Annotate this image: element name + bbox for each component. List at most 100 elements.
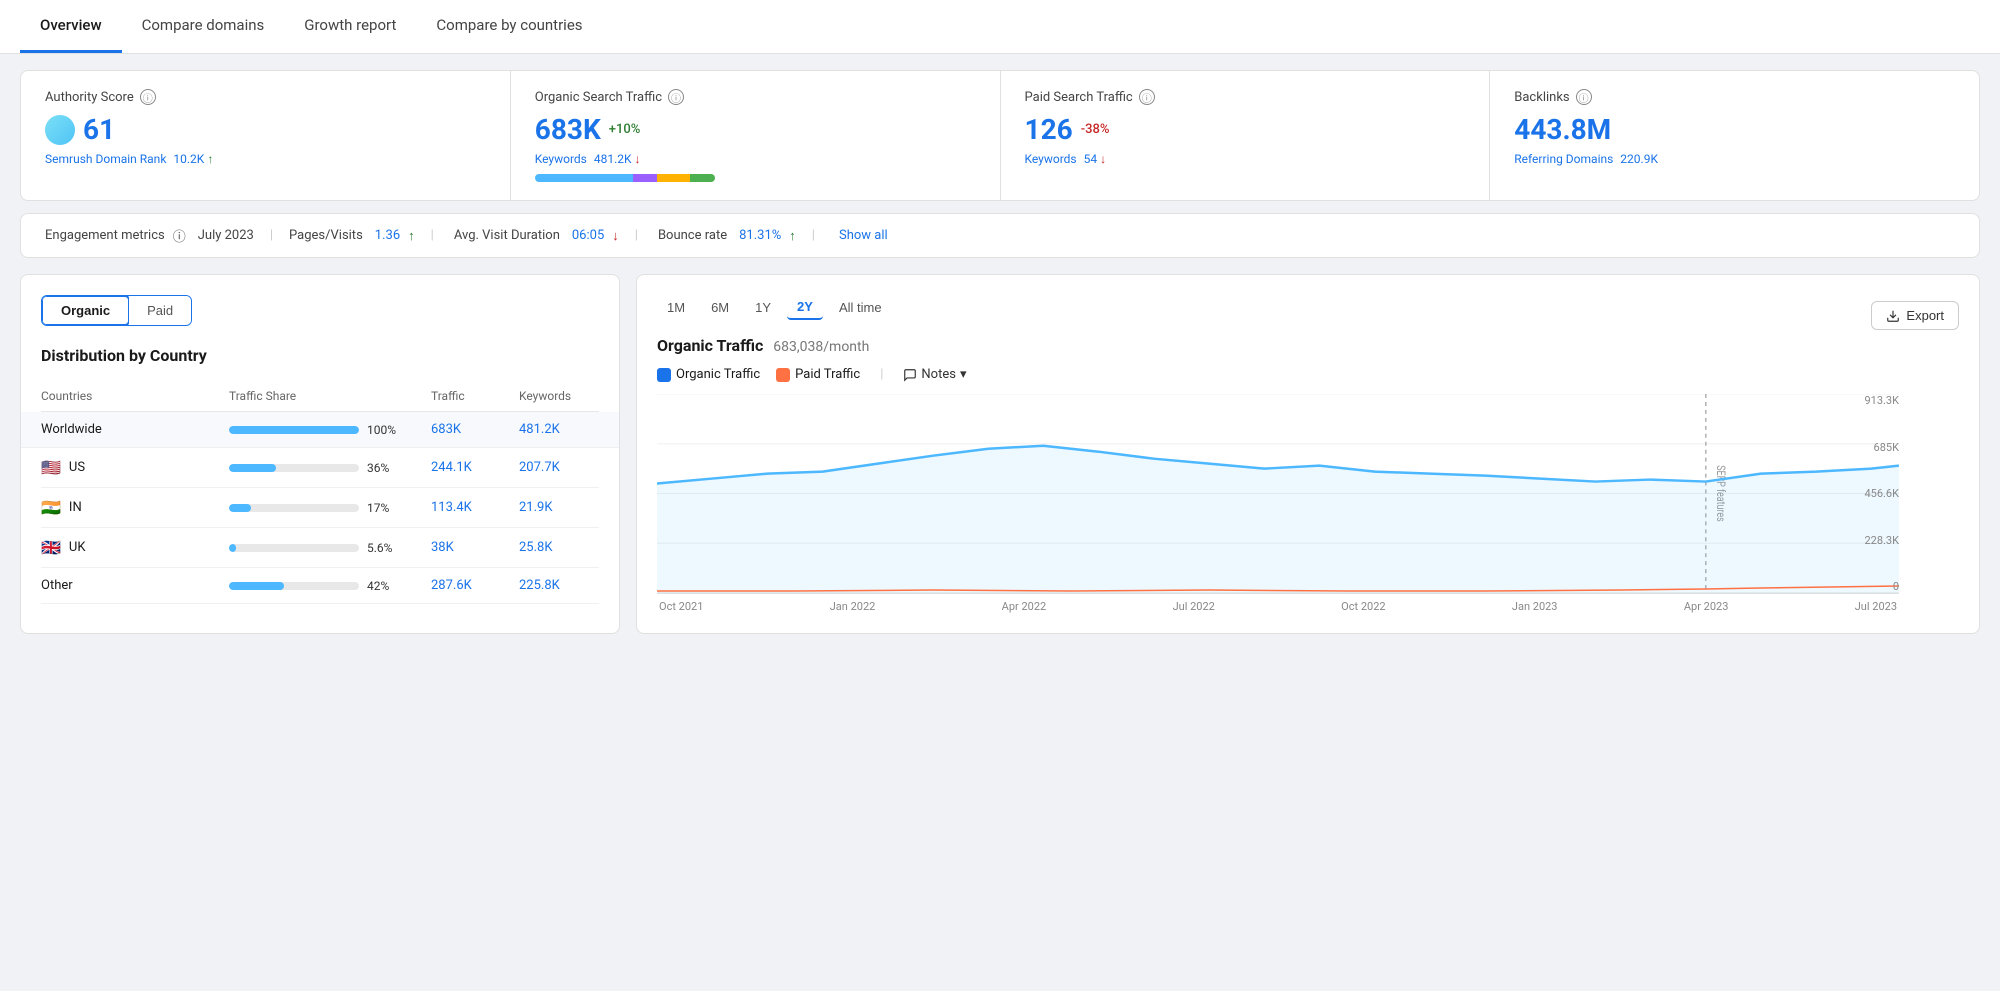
keywords-value: 481.2K bbox=[519, 422, 599, 437]
x-axis-label: Jul 2022 bbox=[1173, 600, 1215, 613]
backlinks-sub: Referring Domains 220.9K bbox=[1514, 152, 1955, 166]
tab-compare-countries[interactable]: Compare by countries bbox=[416, 0, 602, 53]
toggle-paid-btn[interactable]: Paid bbox=[129, 296, 191, 325]
organic-search-sub: Keywords 481.2K ↓ bbox=[535, 152, 976, 166]
col-traffic-share: Traffic Share bbox=[229, 389, 423, 403]
legend-dot-orange bbox=[776, 368, 790, 382]
time-filter-btn-all-time[interactable]: All time bbox=[829, 296, 892, 319]
export-button[interactable]: Export bbox=[1871, 301, 1959, 330]
country-name: IN bbox=[69, 500, 82, 515]
authority-score-circle-icon bbox=[45, 115, 75, 145]
show-all-link[interactable]: Show all bbox=[839, 228, 888, 243]
notes-button[interactable]: Notes ▾ bbox=[903, 367, 966, 382]
toggle-group: Organic Paid bbox=[41, 295, 192, 326]
table-row: 🇮🇳 IN 17% 113.4K 21.9K bbox=[41, 488, 599, 528]
bar-container: 36% bbox=[229, 461, 423, 475]
paid-search-label: Paid Search Traffic ⓘ bbox=[1025, 89, 1466, 105]
toggle-organic-btn[interactable]: Organic bbox=[41, 295, 130, 326]
notes-chevron-icon: ▾ bbox=[960, 367, 967, 382]
keywords-value: 25.8K bbox=[519, 540, 599, 555]
backlinks-value: 443.8M bbox=[1514, 113, 1955, 146]
chart-wrapper: SERP features 913.3K 685K 456.6K 228.3K bbox=[657, 394, 1899, 613]
organic-search-info-icon[interactable]: ⓘ bbox=[668, 89, 684, 105]
bar-fill bbox=[229, 464, 276, 472]
backlinks-card: Backlinks ⓘ 443.8M Referring Domains 220… bbox=[1490, 71, 1979, 200]
traffic-value: 38K bbox=[431, 540, 511, 555]
bar-fill bbox=[229, 426, 359, 434]
time-filter-btn-1y[interactable]: 1Y bbox=[745, 296, 781, 319]
traffic-value: 683K bbox=[431, 422, 511, 437]
tab-overview[interactable]: Overview bbox=[20, 0, 122, 53]
bottom-section: Organic Paid Distribution by Country Cou… bbox=[20, 274, 1980, 634]
authority-score-label: Authority Score ⓘ bbox=[45, 89, 486, 105]
country-name: Worldwide bbox=[41, 422, 102, 437]
traffic-value: 287.6K bbox=[431, 578, 511, 593]
authority-score-card: Authority Score ⓘ 61 Semrush Domain Rank… bbox=[21, 71, 511, 200]
organic-search-value: 683K +10% bbox=[535, 113, 976, 146]
y-axis: 913.3K 685K 456.6K 228.3K 0 bbox=[1839, 394, 1899, 593]
nav-tabs: Overview Compare domains Growth report C… bbox=[0, 0, 2000, 54]
legend-paid[interactable]: Paid Traffic bbox=[776, 367, 860, 382]
traffic-share-pct: 5.6% bbox=[367, 541, 392, 555]
country-cell: 🇬🇧 UK bbox=[41, 538, 221, 557]
authority-score-sub: Semrush Domain Rank 10.2K ↑ bbox=[45, 152, 486, 166]
legend-organic[interactable]: Organic Traffic bbox=[657, 367, 760, 382]
legend-row: Organic Traffic Paid Traffic | Notes ▾ bbox=[657, 367, 1959, 382]
country-name: US bbox=[69, 460, 85, 475]
bar-bg bbox=[229, 582, 359, 590]
chart-subtitle: 683,038/month bbox=[773, 339, 869, 355]
keyword-bar-blue bbox=[535, 174, 633, 182]
x-axis-label: Apr 2023 bbox=[1684, 600, 1729, 613]
keywords-value: 207.7K bbox=[519, 460, 599, 475]
paid-search-sub: Keywords 54 ↓ bbox=[1025, 152, 1466, 166]
x-axis-label: Oct 2021 bbox=[659, 600, 703, 613]
authority-score-info-icon[interactable]: ⓘ bbox=[140, 89, 156, 105]
bar-bg bbox=[229, 426, 359, 434]
keyword-bar-purple bbox=[633, 174, 658, 182]
traffic-value: 113.4K bbox=[431, 500, 511, 515]
table-row: Worldwide 100% 683K 481.2K bbox=[21, 412, 619, 448]
country-cell: 🇮🇳 IN bbox=[41, 498, 221, 517]
keyword-bar bbox=[535, 174, 715, 182]
x-axis-label: Oct 2022 bbox=[1341, 600, 1385, 613]
backlinks-info-icon[interactable]: ⓘ bbox=[1576, 89, 1592, 105]
sep4: | bbox=[812, 228, 815, 243]
traffic-share-pct: 36% bbox=[367, 461, 389, 475]
x-axis-label: Jul 2023 bbox=[1855, 600, 1897, 613]
sep2: | bbox=[431, 228, 434, 243]
tab-compare-domains[interactable]: Compare domains bbox=[122, 0, 285, 53]
tab-growth-report[interactable]: Growth report bbox=[284, 0, 416, 53]
chart-area: SERP features 913.3K 685K 456.6K 228.3K bbox=[657, 394, 1899, 594]
country-name: UK bbox=[69, 540, 86, 555]
paid-search-info-icon[interactable]: ⓘ bbox=[1139, 89, 1155, 105]
country-flag: 🇺🇸 bbox=[41, 458, 61, 477]
country-cell: Worldwide bbox=[41, 422, 221, 437]
col-keywords: Keywords bbox=[519, 389, 599, 403]
keywords-value: 225.8K bbox=[519, 578, 599, 593]
engagement-info-icon[interactable]: ⓘ bbox=[173, 226, 186, 245]
right-panel: 1M 6M 1Y 2Y All time Export Organic Traffic … bbox=[636, 274, 1980, 634]
traffic-share-pct: 100% bbox=[367, 423, 396, 437]
left-panel: Organic Paid Distribution by Country Cou… bbox=[20, 274, 620, 634]
chart-title: Organic Traffic bbox=[657, 336, 763, 355]
metrics-row: Authority Score ⓘ 61 Semrush Domain Rank… bbox=[20, 70, 1980, 201]
organic-search-label: Organic Search Traffic ⓘ bbox=[535, 89, 976, 105]
time-filters-row: 1M 6M 1Y 2Y All time Export bbox=[657, 295, 1959, 336]
authority-score-value: 61 bbox=[45, 113, 486, 146]
sep1: | bbox=[270, 228, 273, 243]
x-axis-label: Jan 2022 bbox=[830, 600, 876, 613]
bar-container: 5.6% bbox=[229, 541, 423, 555]
country-cell: 🇺🇸 US bbox=[41, 458, 221, 477]
time-filters: 1M 6M 1Y 2Y All time bbox=[657, 295, 892, 320]
col-traffic: Traffic bbox=[431, 389, 511, 403]
backlinks-label: Backlinks ⓘ bbox=[1514, 89, 1955, 105]
time-filter-btn-6m[interactable]: 6M bbox=[701, 296, 739, 319]
table-row: Other 42% 287.6K 225.8K bbox=[41, 568, 599, 604]
country-name: Other bbox=[41, 578, 73, 593]
country-flag: 🇮🇳 bbox=[41, 498, 61, 517]
x-axis-label: Apr 2022 bbox=[1002, 600, 1047, 613]
time-filter-btn-2y[interactable]: 2Y bbox=[787, 295, 823, 320]
traffic-share-pct: 17% bbox=[367, 501, 389, 515]
time-filter-btn-1m[interactable]: 1M bbox=[657, 296, 695, 319]
keyword-bar-yellow bbox=[657, 174, 690, 182]
